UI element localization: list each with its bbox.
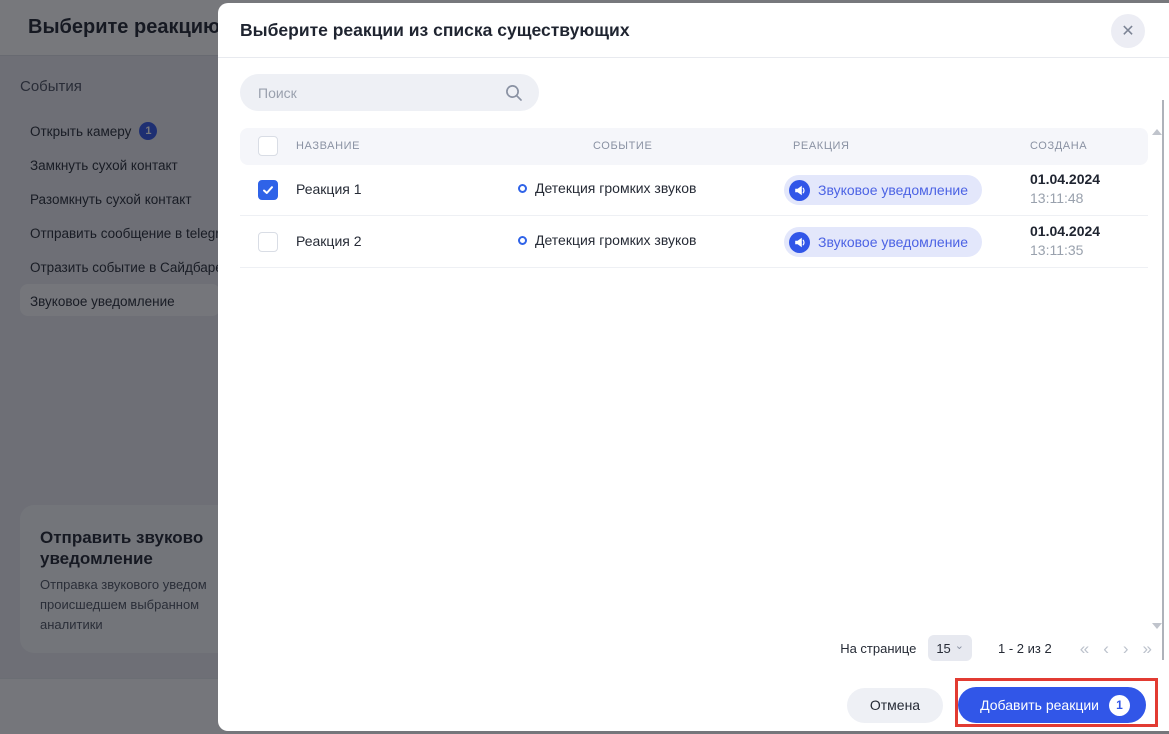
search-icon[interactable] <box>505 84 523 102</box>
per-page-select[interactable]: 15 ⌄ <box>928 635 972 661</box>
modal-footer-buttons: Отмена Добавить реакции 1 <box>847 687 1146 723</box>
scrollbar-track[interactable] <box>1162 100 1164 660</box>
modal-title: Выберите реакции из списка существующих <box>240 20 630 41</box>
table-header: НАЗВАНИЕ СОБЫТИЕ РЕАКЦИЯ СОЗДАНА <box>240 128 1148 165</box>
select-all-checkbox[interactable] <box>258 136 278 156</box>
per-page-value: 15 <box>936 641 950 656</box>
pagination-bar: На странице 15 ⌄ 1 - 2 из 2 « ‹ › » <box>840 633 1150 663</box>
column-header-created: СОЗДАНА <box>1030 140 1087 152</box>
prev-page-icon[interactable]: ‹ <box>1103 640 1107 657</box>
event-ring-icon <box>518 236 527 245</box>
next-page-icon[interactable]: › <box>1123 640 1127 657</box>
event-ring-icon <box>518 184 527 193</box>
add-reactions-button[interactable]: Добавить реакции 1 <box>958 687 1146 723</box>
event-cell: Детекция громких звуков <box>518 232 696 248</box>
reaction-tag-label: Звуковое уведомление <box>818 234 968 250</box>
chevron-down-icon: ⌄ <box>955 641 964 651</box>
cancel-button[interactable]: Отмена <box>847 688 943 723</box>
per-page-label: На странице <box>840 641 916 656</box>
row-checkbox[interactable] <box>258 180 278 200</box>
speaker-icon <box>789 180 810 201</box>
created-time: 13:11:48 <box>1030 190 1083 206</box>
column-header-name: НАЗВАНИЕ <box>296 140 360 152</box>
close-icon: ✕ <box>1121 21 1134 41</box>
event-label: Детекция громких звуков <box>535 232 696 248</box>
close-button[interactable]: ✕ <box>1111 14 1145 48</box>
pagination-arrows: « ‹ › » <box>1080 640 1150 657</box>
pagination-range: 1 - 2 из 2 <box>998 641 1052 656</box>
table-row[interactable]: Реакция 2 Детекция громких звуков Звуков… <box>240 216 1148 268</box>
event-label: Детекция громких звуков <box>535 180 696 196</box>
row-checkbox[interactable] <box>258 232 278 252</box>
created-date: 01.04.2024 <box>1030 223 1100 239</box>
reaction-tag: Звуковое уведомление <box>784 175 982 205</box>
reaction-tag: Звуковое уведомление <box>784 227 982 257</box>
search-field <box>240 74 539 111</box>
table-row[interactable]: Реакция 1 Детекция громких звуков Звуков… <box>240 164 1148 216</box>
last-page-icon[interactable]: » <box>1143 640 1150 657</box>
speaker-icon <box>789 232 810 253</box>
select-reactions-modal: Выберите реакции из списка существующих … <box>218 3 1169 731</box>
scrollbar-down-icon[interactable] <box>1152 623 1162 629</box>
reaction-name: Реакция 2 <box>296 233 362 249</box>
created-date: 01.04.2024 <box>1030 171 1100 187</box>
scrollbar-up-icon[interactable] <box>1152 129 1162 135</box>
reaction-tag-label: Звуковое уведомление <box>818 182 968 198</box>
selected-count-badge: 1 <box>1109 695 1130 716</box>
created-time: 13:11:35 <box>1030 242 1083 258</box>
column-header-event: СОБЫТИЕ <box>593 140 652 152</box>
reaction-name: Реакция 1 <box>296 181 362 197</box>
column-header-reaction: РЕАКЦИЯ <box>793 140 850 152</box>
first-page-icon[interactable]: « <box>1080 640 1087 657</box>
add-reactions-label: Добавить реакции <box>980 697 1099 713</box>
search-input[interactable] <box>240 85 505 101</box>
modal-header: Выберите реакции из списка существующих … <box>218 3 1169 58</box>
event-cell: Детекция громких звуков <box>518 180 696 196</box>
